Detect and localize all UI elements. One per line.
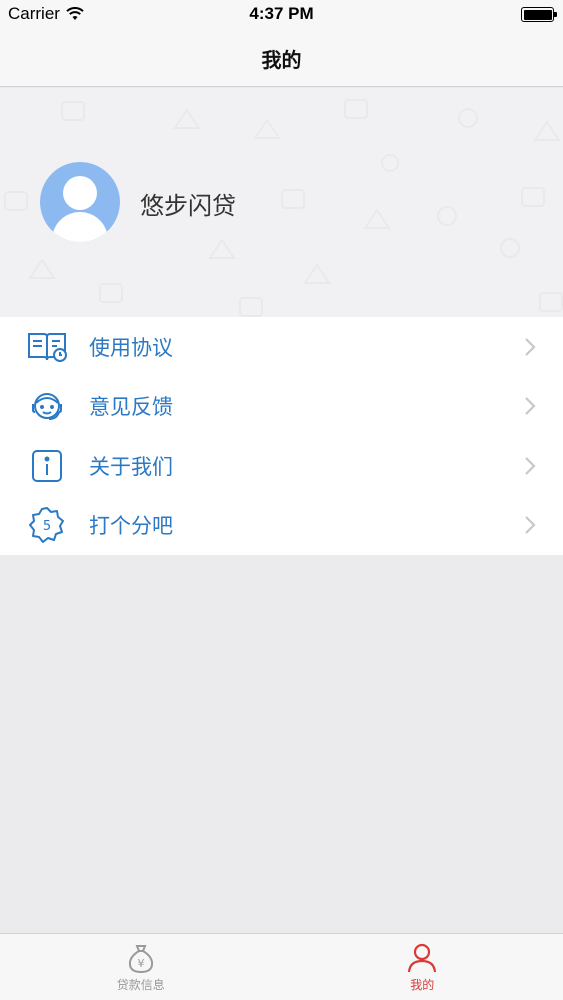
tab-label: 贷款信息 [116, 978, 165, 992]
rating-badge-number: 5 [43, 519, 51, 534]
menu-item-feedback[interactable]: 意见反馈 [0, 377, 563, 437]
headset-agent-icon [26, 385, 68, 427]
menu-item-label: 关于我们 [89, 454, 173, 479]
profile-name: 悠步闪贷 [140, 192, 236, 220]
status-bar: Carrier 4:37 PM [0, 0, 563, 30]
menu-item-terms[interactable]: 使用协议 [0, 317, 563, 377]
menu-item-about[interactable]: 关于我们 [0, 436, 563, 496]
page-title: 我的 [261, 47, 302, 72]
avatar-head-shape [63, 176, 97, 210]
chevron-right-icon [525, 456, 536, 475]
tab-mine[interactable]: 我的 [282, 934, 563, 1000]
svg-text:¥: ¥ [137, 957, 144, 970]
battery-icon [521, 7, 557, 22]
chevron-right-icon [525, 397, 536, 416]
navigation-bar: 我的 [0, 30, 563, 87]
menu-item-label: 使用协议 [89, 335, 173, 360]
rating-badge-icon: 5 [26, 504, 68, 546]
profile-header: 悠步闪贷 [0, 88, 563, 317]
menu-item-label: 意见反馈 [89, 395, 173, 420]
book-icon [26, 326, 68, 368]
info-icon [26, 445, 68, 487]
menu-item-label: 打个分吧 [89, 514, 173, 539]
chevron-right-icon [525, 516, 536, 535]
avatar-shoulders-shape [52, 212, 108, 242]
tab-loan-info[interactable]: ¥ 贷款信息 [0, 934, 282, 1000]
person-icon [408, 943, 437, 973]
avatar[interactable] [40, 162, 120, 242]
status-time: 4:37 PM [249, 4, 314, 23]
money-bag-icon: ¥ [128, 945, 153, 974]
tab-bar: ¥ 贷款信息 我的 [0, 933, 563, 1000]
menu-item-rate[interactable]: 5 打个分吧 [0, 496, 563, 556]
chevron-right-icon [525, 337, 536, 356]
settings-menu: 使用协议 意见反馈 关于我们 5 打个分吧 [0, 317, 563, 555]
tab-label: 我的 [410, 978, 435, 992]
